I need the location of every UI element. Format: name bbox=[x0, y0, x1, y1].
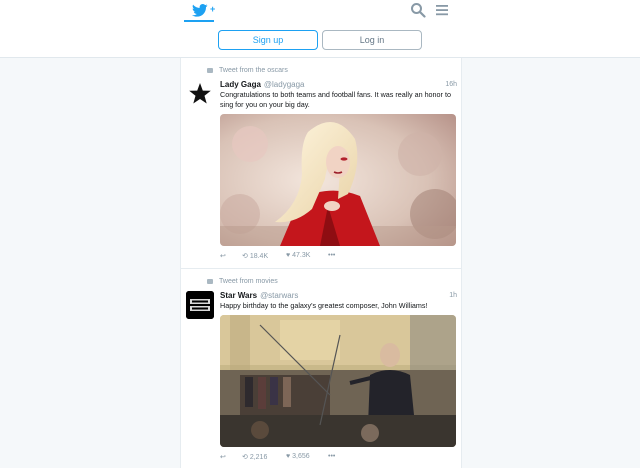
avatar-lady-gaga[interactable] bbox=[186, 80, 214, 108]
tweet-text: Happy birthday to the galaxy's greatest … bbox=[220, 301, 428, 310]
tweet-photo[interactable] bbox=[220, 315, 456, 447]
retweet-button[interactable]: ⟲ 2,216 bbox=[242, 453, 267, 461]
like-count: 3,656 bbox=[292, 453, 310, 460]
tweet-timestamp[interactable]: 1h bbox=[449, 292, 457, 299]
login-button[interactable]: Log in bbox=[322, 30, 422, 50]
heart-icon: ♥ bbox=[286, 252, 291, 259]
tweet-context-text: Tweet from movies bbox=[219, 278, 278, 285]
retweet-button[interactable]: ⟲ 18.4K bbox=[242, 252, 268, 260]
tweet-text: Congratulations to both teams and footba… bbox=[220, 90, 451, 109]
bird-icon bbox=[192, 4, 208, 17]
photo-orchestra-image bbox=[220, 315, 456, 447]
star-logo-icon bbox=[186, 80, 214, 108]
tweet-star-wars[interactable]: Tweet from movies Star Wars @starwars 1h … bbox=[181, 269, 461, 468]
retweet-count: 18.4K bbox=[249, 253, 269, 260]
reply-icon[interactable]: ↩ bbox=[220, 252, 226, 260]
like-button[interactable]: ♥ 3,656 bbox=[286, 453, 310, 460]
tweet-lady-gaga[interactable]: Tweet from the oscars Lady Gaga @ladygaga… bbox=[181, 58, 461, 268]
reply-icon[interactable]: ↩ bbox=[220, 453, 226, 461]
star-wars-logo-icon bbox=[186, 291, 214, 319]
tweet-author[interactable]: Star Wars @starwars bbox=[220, 291, 298, 300]
avatar-star-wars[interactable] bbox=[186, 291, 214, 319]
timeline: Tweet from the oscars Lady Gaga @ladygaga… bbox=[180, 58, 462, 468]
retweet-icon: ⟲ bbox=[242, 454, 248, 461]
new-indicator-icon: + bbox=[210, 4, 216, 14]
tweet-timestamp[interactable]: 16h bbox=[445, 81, 457, 88]
tweet-context-text: Tweet from the oscars bbox=[219, 67, 288, 74]
megaphone-icon bbox=[207, 68, 213, 73]
retweet-icon: ⟲ bbox=[242, 253, 248, 260]
retweet-count: 2,216 bbox=[249, 454, 268, 461]
author-name: Star Wars bbox=[220, 291, 258, 300]
author-name: Lady Gaga bbox=[220, 80, 261, 89]
like-button[interactable]: ♥ 47.3K bbox=[286, 252, 310, 259]
photo-singer-image bbox=[220, 114, 456, 246]
top-navigation-bar: + Sign up Log in bbox=[0, 0, 640, 58]
menu-icon[interactable] bbox=[434, 2, 450, 18]
author-handle: @starwars bbox=[260, 291, 299, 300]
signup-button[interactable]: Sign up bbox=[218, 30, 318, 50]
like-count: 47.3K bbox=[292, 252, 311, 259]
more-icon[interactable]: ••• bbox=[328, 453, 335, 460]
tweet-author[interactable]: Lady Gaga @ladygaga bbox=[220, 80, 305, 89]
more-icon[interactable]: ••• bbox=[328, 252, 335, 259]
active-tab-indicator bbox=[184, 20, 214, 22]
search-icon[interactable] bbox=[410, 2, 426, 18]
megaphone-icon bbox=[207, 279, 213, 284]
home-tab[interactable]: + bbox=[184, 0, 216, 24]
heart-icon: ♥ bbox=[286, 453, 291, 460]
author-handle: @ladygaga bbox=[263, 80, 305, 89]
tweet-photo[interactable] bbox=[220, 114, 456, 246]
